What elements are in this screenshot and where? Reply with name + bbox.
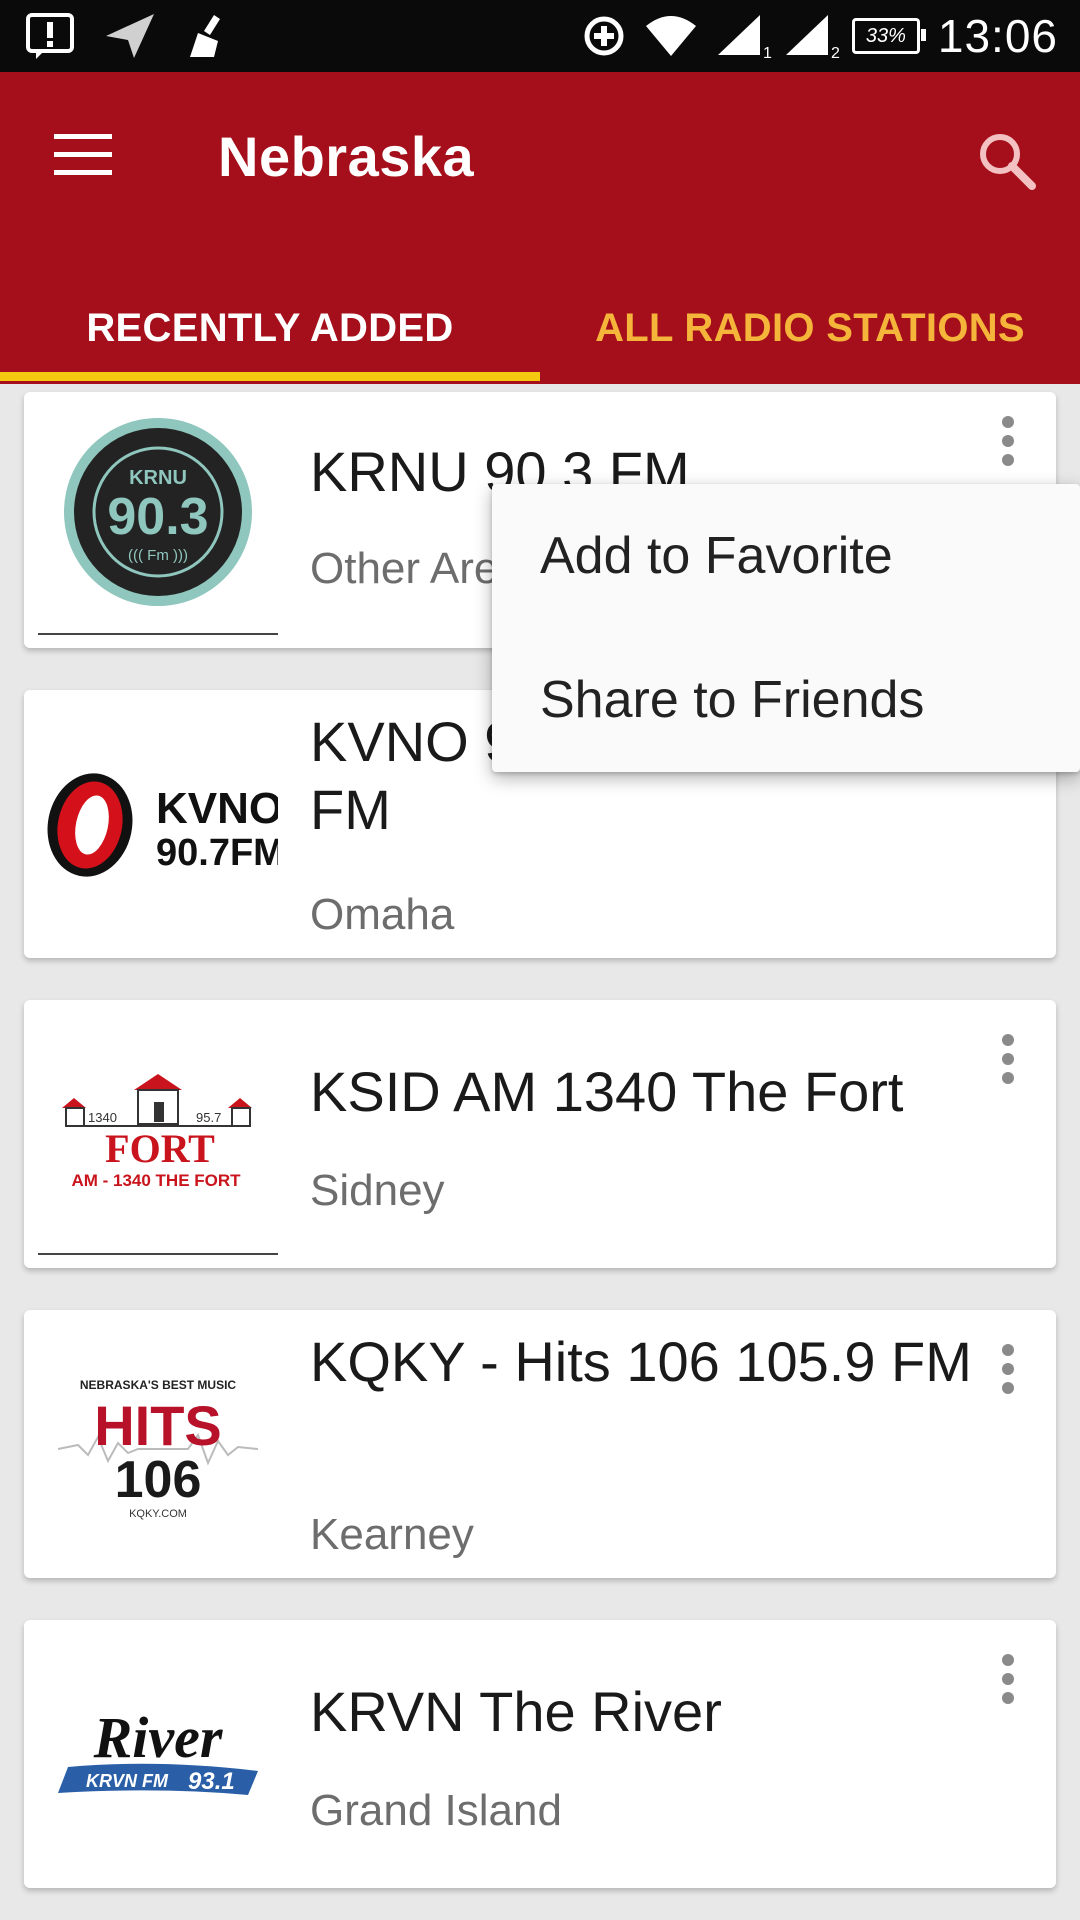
station-logo-krvn: River KRVN FM 93.1 (38, 1640, 278, 1870)
app-bar: Nebraska RECENTLY ADDED ALL RADIO STATIO… (0, 72, 1080, 384)
status-bar: 1 2 33% 13:06 (0, 0, 1080, 72)
station-card-krvn[interactable]: River KRVN FM 93.1 KRVN The River Grand … (24, 1620, 1056, 1888)
tab-all-radio-stations[interactable]: ALL RADIO STATIONS (540, 272, 1080, 384)
wifi-icon (645, 16, 696, 56)
menu-item-share-to-friends[interactable]: Share to Friends (492, 628, 1080, 772)
station-card-ksid[interactable]: 1340 95.7 FORT AM - 1340 THE FORT KSID A… (24, 1000, 1056, 1268)
notification-alert-icon (26, 13, 74, 59)
station-logo-kqky: NEBRASKA'S BEST MUSIC HITS 106 KQKY.COM (38, 1330, 278, 1560)
krnu-logo-sub: ((( Fm ))) (128, 547, 188, 564)
signal-2-icon: 2 (784, 13, 840, 62)
kvno-logo-sub: 90.7FM (156, 832, 278, 874)
station-name: KRVN The River (310, 1680, 722, 1743)
station-logo-kvno: KVNO 90.7FM (38, 704, 278, 944)
krnu-logo-main: 90.3 (107, 488, 208, 546)
more-options-icon[interactable] (996, 1034, 1020, 1084)
sim-1-label: 1 (762, 45, 772, 62)
battery-icon: 33% (851, 18, 926, 54)
logo-underline (38, 1253, 278, 1255)
ksid-logo-right: 95.7 (196, 1110, 221, 1125)
signal-1-icon: 1 (716, 13, 772, 62)
station-card-kqky[interactable]: NEBRASKA'S BEST MUSIC HITS 106 KQKY.COM … (24, 1310, 1056, 1578)
krvn-logo-num: 93.1 (188, 1768, 235, 1795)
ksid-logo-main: FORT (105, 1126, 215, 1171)
krvn-logo-main: River (93, 1705, 223, 1770)
krnu-logo-top: KRNU (129, 467, 187, 489)
krvn-logo-sub: KRVN FM (86, 1771, 169, 1791)
kqky-logo-top: NEBRASKA'S BEST MUSIC (80, 1378, 237, 1392)
station-city: Grand Island (310, 1786, 562, 1835)
more-options-icon[interactable] (996, 1654, 1020, 1704)
data-saver-icon (584, 16, 624, 56)
kqky-logo-main: HITS (94, 1394, 222, 1457)
kqky-logo-num: 106 (115, 1451, 202, 1509)
clock: 13:06 (937, 10, 1058, 62)
kqky-logo-sub: KQKY.COM (129, 1508, 187, 1520)
ksid-logo-left: 1340 (88, 1110, 117, 1125)
station-name: KQKY - Hits 106 105.9 FM (310, 1330, 972, 1393)
context-menu: Add to Favorite Share to Friends (492, 484, 1080, 772)
broom-icon (190, 15, 220, 57)
logo-underline (38, 633, 278, 635)
station-city: Kearney (310, 1510, 474, 1559)
more-options-icon[interactable] (996, 1344, 1020, 1394)
page-title: Nebraska (218, 125, 475, 188)
more-options-icon[interactable] (996, 416, 1020, 466)
tab-bar: RECENTLY ADDED ALL RADIO STATIONS (0, 272, 1080, 384)
station-name: KSID AM 1340 The Fort (310, 1060, 904, 1123)
hamburger-menu-icon[interactable] (54, 134, 112, 176)
station-logo-krnu: KRNU 90.3 ((( Fm ))) (38, 412, 278, 612)
battery-level: 33% (865, 24, 906, 47)
station-city: Omaha (310, 890, 455, 939)
menu-item-add-to-favorite[interactable]: Add to Favorite (492, 484, 1080, 628)
search-icon[interactable] (976, 130, 1036, 190)
ksid-logo-sub: AM - 1340 THE FORT (71, 1171, 241, 1190)
sim-2-label: 2 (830, 45, 840, 62)
station-city: Sidney (310, 1166, 445, 1215)
station-logo-ksid: 1340 95.7 FORT AM - 1340 THE FORT (38, 1020, 278, 1240)
send-icon (106, 14, 154, 58)
tab-indicator (0, 372, 540, 381)
kvno-logo-main: KVNO (156, 784, 278, 833)
tab-recently-added[interactable]: RECENTLY ADDED (0, 272, 540, 384)
